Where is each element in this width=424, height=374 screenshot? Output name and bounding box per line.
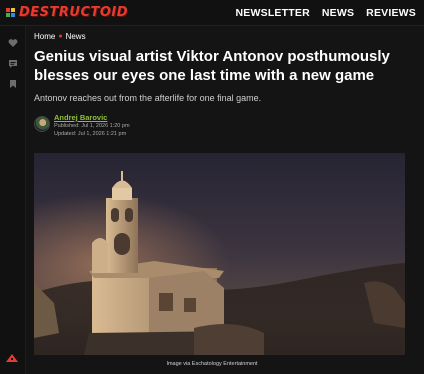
breadcrumb-home[interactable]: Home xyxy=(34,32,55,41)
site-logo[interactable]: DESTRUCTOID xyxy=(6,5,128,20)
destructoid-mark-icon xyxy=(6,349,18,362)
image-caption: Image via Eschatology Entertainment xyxy=(166,361,258,367)
article-subhead: Antonov reaches out from the afterlife f… xyxy=(34,93,262,103)
nav-news[interactable]: NEWS xyxy=(322,7,354,19)
share-rail xyxy=(0,26,26,374)
nav-newsletter[interactable]: NEWSLETTER xyxy=(236,7,310,19)
comment-icon[interactable] xyxy=(8,59,18,69)
main-nav: NEWSLETTER NEWS REVIEWS xyxy=(236,7,416,19)
site-header: DESTRUCTOID NEWSLETTER NEWS REVIEWS xyxy=(0,0,424,26)
hero-image xyxy=(34,153,405,355)
logo-mark-icon xyxy=(6,7,16,18)
bookmark-icon[interactable] xyxy=(8,79,18,89)
nav-reviews[interactable]: REVIEWS xyxy=(366,7,416,19)
logo-text: DESTRUCTOID xyxy=(19,5,129,20)
breadcrumb-news[interactable]: News xyxy=(66,32,86,41)
published-date: Published: Jul 1, 2026 1:20 pm xyxy=(54,123,130,129)
heart-icon[interactable] xyxy=(8,38,18,48)
author-avatar[interactable] xyxy=(34,116,50,132)
article-headline: Genius visual artist Viktor Antonov post… xyxy=(34,48,390,84)
author-name[interactable]: Andrej Barovic xyxy=(54,113,107,122)
breadcrumb-separator-icon: ● xyxy=(58,33,63,40)
author-block: Andrej Barovic Published: Jul 1, 2026 1:… xyxy=(34,113,334,137)
breadcrumb: Home ● News xyxy=(34,32,86,41)
updated-date: Updated: Jul 1, 2026 1:21 pm xyxy=(54,131,127,137)
